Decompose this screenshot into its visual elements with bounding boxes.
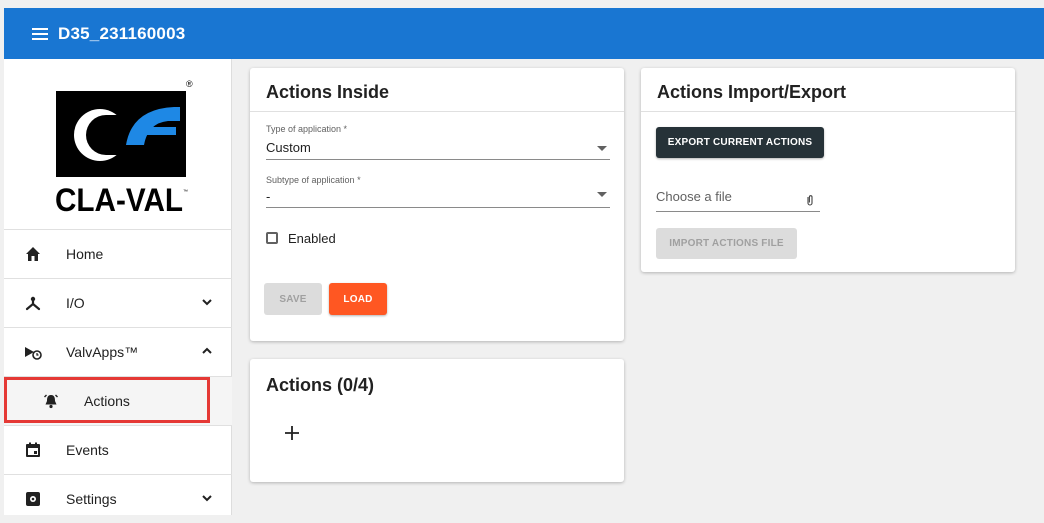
calendar-icon xyxy=(26,442,40,457)
sidebar-item-actions[interactable]: Actions xyxy=(4,376,232,425)
page-title: D35_231160003 xyxy=(58,23,186,43)
chevron-up-icon[interactable] xyxy=(200,344,214,358)
valvapps-icon xyxy=(25,347,42,360)
sidebar-item-home[interactable]: Home xyxy=(4,229,232,278)
dropdown-arrow-icon[interactable] xyxy=(597,146,607,151)
import-export-card: Actions Import/Export EXPORT CURRENT ACT… xyxy=(641,68,1015,272)
actions-list-card: Actions (0/4) xyxy=(250,359,624,482)
file-input[interactable]: Choose a file xyxy=(656,189,732,204)
save-button[interactable]: SAVE xyxy=(264,283,322,315)
import-export-title: Actions Import/Export xyxy=(657,82,847,102)
sidebar-item-valvapps[interactable]: ValvApps™ xyxy=(4,327,232,376)
import-actions-button[interactable]: IMPORT ACTIONS FILE xyxy=(656,228,797,259)
field-underline xyxy=(266,159,610,160)
chevron-down-icon[interactable] xyxy=(200,491,214,505)
sidebar-item-settings[interactable]: Settings xyxy=(4,474,232,523)
actions-inside-card: Actions Inside Type of application * Cus… xyxy=(250,68,624,341)
divider xyxy=(250,111,624,112)
enabled-label: Enabled xyxy=(288,231,336,246)
enabled-checkbox[interactable] xyxy=(266,232,278,244)
export-actions-button[interactable]: EXPORT CURRENT ACTIONS xyxy=(656,127,824,158)
actions-count-title: Actions (0/4) xyxy=(266,375,375,395)
alarm-bell-icon xyxy=(44,394,58,409)
sidebar-item-label: Settings xyxy=(66,491,117,507)
sidebar-item-label: Events xyxy=(66,442,109,458)
subtype-of-application-label: Subtype of application * xyxy=(266,175,361,185)
app-header: D35_231160003 xyxy=(4,8,1044,59)
type-of-application-select[interactable]: Custom xyxy=(266,140,311,155)
sidebar-item-label: Home xyxy=(66,246,104,262)
sidebar-item-label: I/O xyxy=(66,295,85,311)
load-button[interactable]: LOAD xyxy=(329,283,387,315)
field-underline xyxy=(656,211,820,212)
type-of-application-label: Type of application * xyxy=(266,124,348,134)
svg-text:®: ® xyxy=(186,79,193,89)
cla-val-logo: ® CLA-VAL ™ xyxy=(56,79,193,218)
sidebar-item-events[interactable]: Events xyxy=(4,425,232,474)
add-action-icon[interactable] xyxy=(284,425,300,441)
sidebar: ® CLA-VAL ™ Home I/O ValvApps™ Actions E… xyxy=(4,59,232,515)
io-icon xyxy=(25,296,41,311)
home-icon xyxy=(26,247,40,261)
svg-text:CLA-VAL: CLA-VAL xyxy=(56,182,183,218)
svg-text:™: ™ xyxy=(183,189,188,195)
sidebar-item-label: ValvApps™ xyxy=(66,344,139,360)
dropdown-arrow-icon[interactable] xyxy=(597,192,607,197)
paperclip-icon[interactable] xyxy=(806,194,814,206)
divider xyxy=(641,111,1015,112)
chevron-down-icon[interactable] xyxy=(200,295,214,309)
actions-inside-title: Actions Inside xyxy=(266,82,390,102)
sidebar-item-label: Actions xyxy=(84,393,130,409)
menu-icon[interactable] xyxy=(32,27,48,40)
sidebar-item-io[interactable]: I/O xyxy=(4,278,232,327)
settings-icon xyxy=(26,492,40,506)
field-underline xyxy=(266,207,610,208)
subtype-of-application-select[interactable]: - xyxy=(266,189,270,204)
